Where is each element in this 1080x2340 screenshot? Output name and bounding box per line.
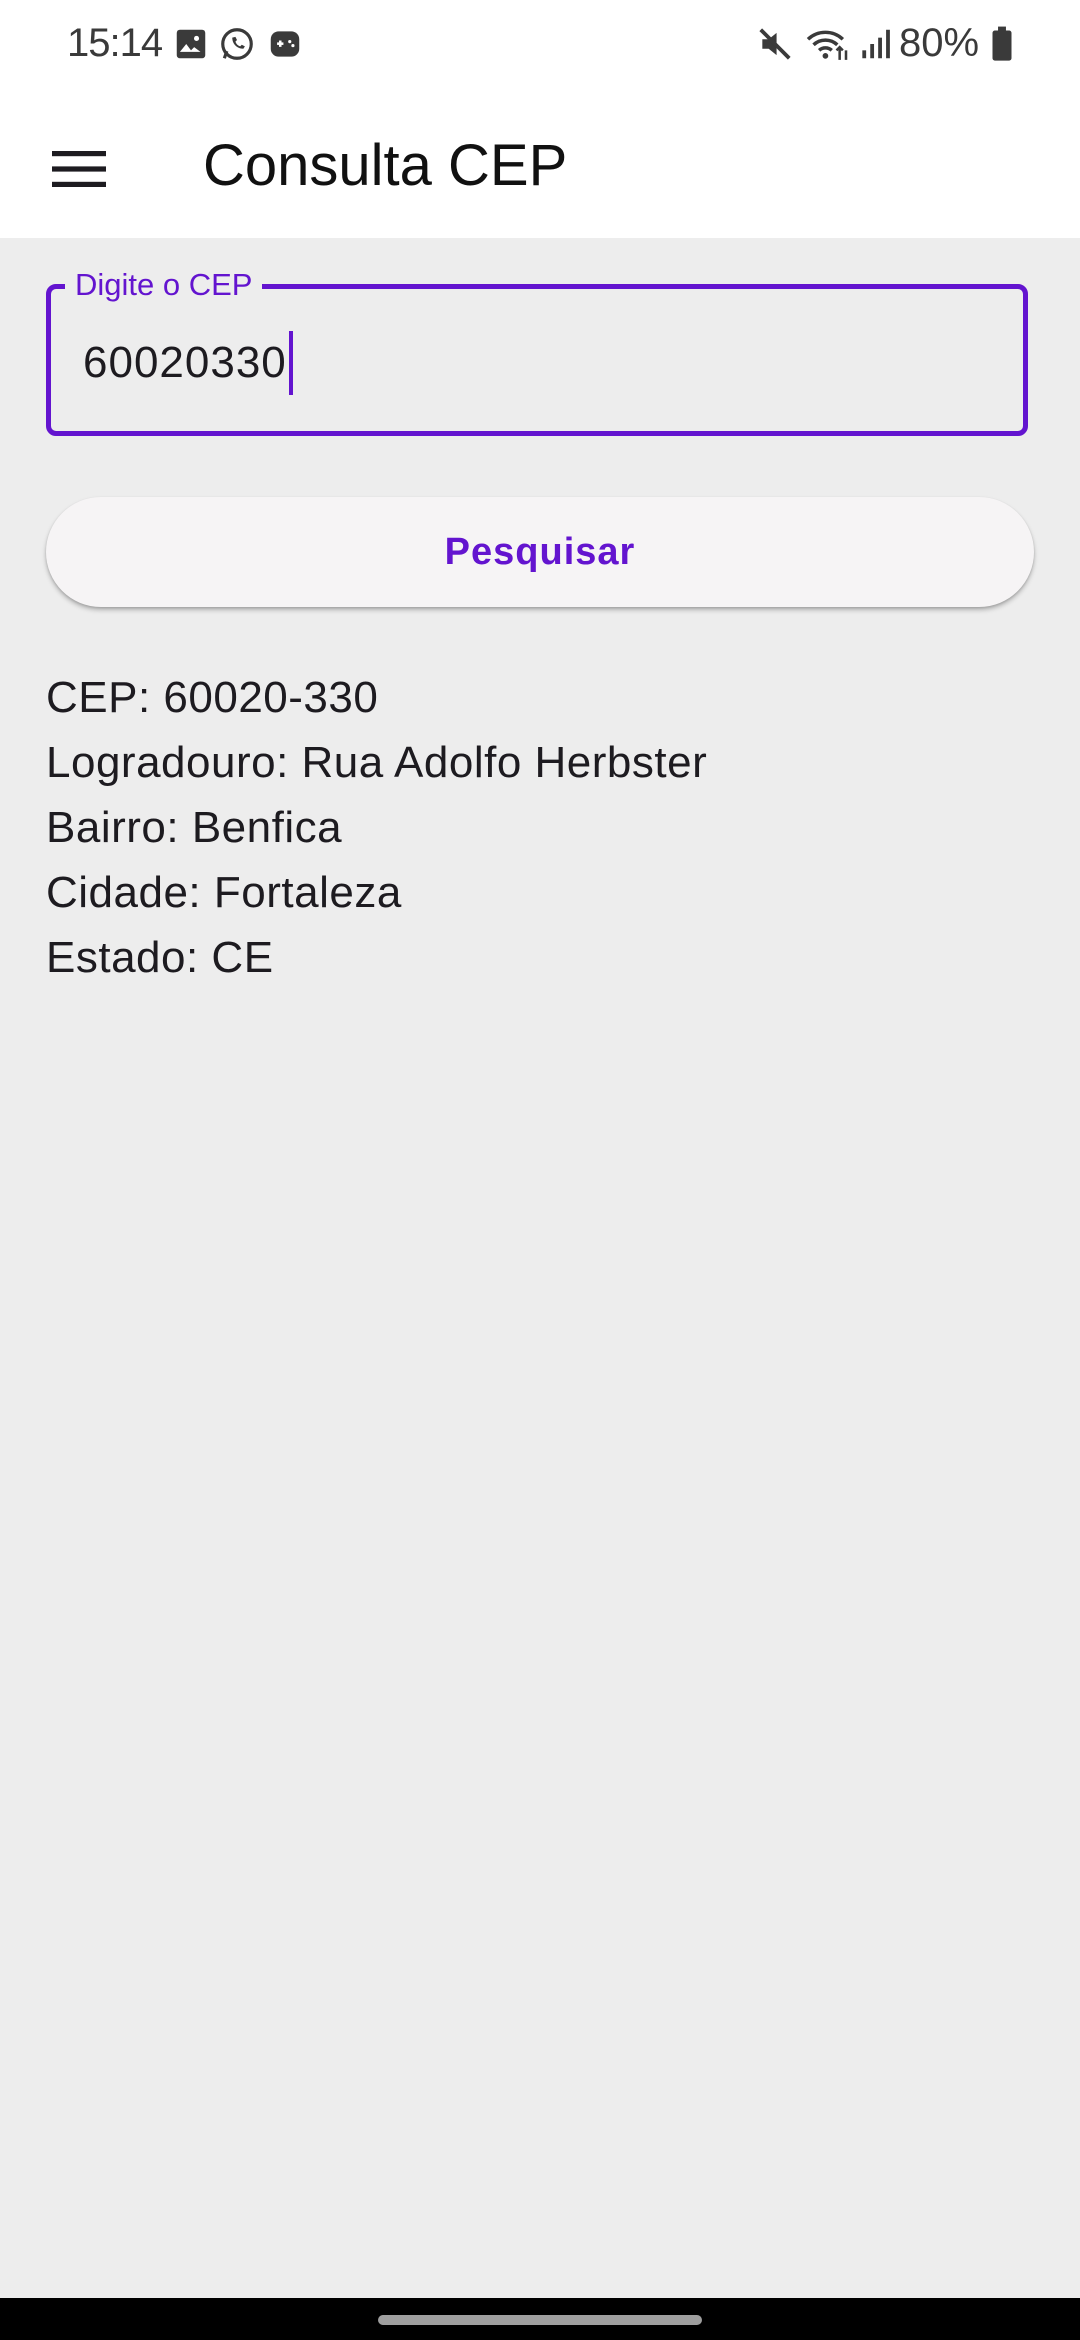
search-button-label: Pesquisar bbox=[444, 530, 636, 573]
cep-field-label: Digite o CEP bbox=[65, 265, 263, 305]
cep-field[interactable]: Digite o CEP 60020330 bbox=[46, 265, 1028, 436]
search-button[interactable]: Pesquisar bbox=[46, 497, 1034, 607]
battery-percentage: 80% bbox=[899, 21, 980, 65]
app-bar: Consulta CEP bbox=[0, 88, 1080, 238]
status-bar: 15:14 80% bbox=[0, 0, 1080, 88]
result-logradouro: Logradouro: Rua Adolfo Herbster bbox=[46, 738, 708, 787]
status-time: 15:14 bbox=[67, 21, 163, 65]
whatsapp-icon bbox=[218, 25, 256, 63]
result-estado: Estado: CE bbox=[46, 933, 274, 982]
game-icon bbox=[266, 25, 304, 63]
result-cidade: Cidade: Fortaleza bbox=[46, 868, 402, 917]
signal-icon bbox=[856, 25, 894, 63]
wifi-icon bbox=[804, 25, 850, 63]
menu-button[interactable] bbox=[34, 124, 124, 214]
cep-input[interactable]: 60020330 bbox=[83, 331, 293, 395]
image-icon bbox=[172, 25, 210, 63]
text-caret bbox=[288, 331, 293, 395]
hamburger-menu-icon bbox=[52, 151, 106, 187]
result-bairro: Bairro: Benfica bbox=[46, 803, 343, 852]
cep-input-value: 60020330 bbox=[83, 338, 287, 387]
mute-icon bbox=[756, 25, 794, 63]
system-navigation-bar bbox=[0, 2298, 1080, 2340]
page-title: Consulta CEP bbox=[203, 133, 568, 198]
result-cep: CEP: 60020-330 bbox=[46, 673, 379, 722]
battery-icon bbox=[990, 25, 1014, 63]
home-gesture-handle[interactable] bbox=[378, 2315, 702, 2325]
address-result: CEP: 60020-330 Logradouro: Rua Adolfo He… bbox=[46, 665, 1036, 990]
